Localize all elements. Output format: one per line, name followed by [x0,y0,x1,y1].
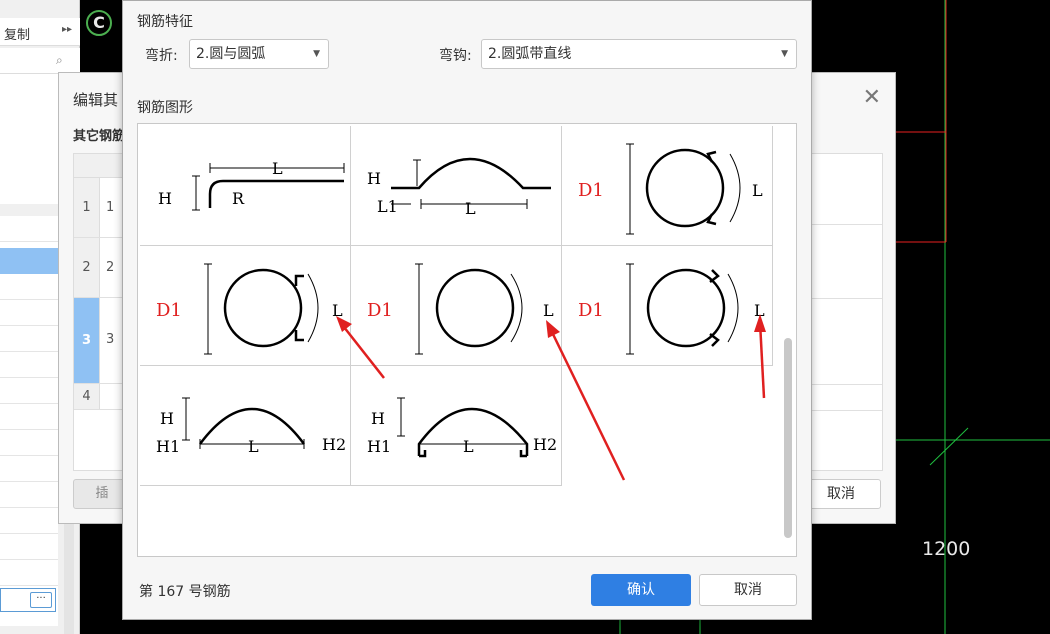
axis-circle-marker: C [86,10,112,36]
shape-4-d1: D1 [156,300,182,321]
left-search-row[interactable]: ⌕ [0,48,80,74]
shape-2-h: H [367,169,381,188]
shape-cell-8[interactable]: H H1 L H2 [351,366,562,486]
shape-8-h: H [371,409,385,428]
shape-1-r: R [232,189,245,208]
shape-cell-4[interactable]: D1 L [140,246,351,366]
shape-cell-5[interactable]: D1 L [351,246,562,366]
search-icon[interactable]: ⌕ [56,53,63,68]
shape-cell-1[interactable]: H L R [140,126,351,246]
list-item[interactable] [0,508,58,534]
hook-select[interactable]: 2.圆弧带直线 ▼ [481,39,797,69]
shape-1-l: L [272,159,283,178]
shape-8-h2: H2 [533,435,557,454]
row-number: 3 [74,298,100,383]
shape-section-title: 钢筋图形 [137,100,193,116]
shape-3-d1: D1 [578,180,604,201]
shape-drawing-2: H L1 L [367,157,551,218]
shape-grid[interactable]: H L R H L1 L D1 L D1 L D1 L D1 L H H1 L … [140,126,773,488]
bend-select[interactable]: 2.圆与圆弧 ▼ [189,39,329,69]
dimension-label: 1200 [922,538,971,560]
shape-6-l: L [754,301,765,320]
chevron-down-icon: ▼ [313,49,320,59]
list-item[interactable] [0,352,58,378]
list-item[interactable] [0,274,58,300]
left-list[interactable] [0,216,58,626]
bend-label: 弯折: [145,48,178,64]
list-item[interactable] [0,326,58,352]
chevron-down-icon: ▼ [781,49,788,59]
shape-7-h: H [160,409,174,428]
list-item[interactable] [0,456,58,482]
shape-3-l: L [752,181,763,200]
shape-2-l1: L1 [377,197,398,216]
shape-drawing-5: D1 L [367,263,554,355]
shape-8-h1: H1 [367,437,391,456]
cancel-button[interactable]: 取消 [801,479,881,509]
shape-7-h1: H1 [156,437,180,456]
shape-7-l: L [248,437,259,456]
shape-6-d1: D1 [578,300,604,321]
list-item[interactable] [0,300,58,326]
feature-section-title: 钢筋特征 [137,14,193,30]
list-item[interactable] [0,404,58,430]
more-options-button[interactable]: ··· [30,592,52,608]
list-item[interactable] [0,430,58,456]
selected-list-item[interactable] [0,248,58,274]
row-value: 3 [106,332,115,347]
left-toolbar: 复制 ▸▸ [0,18,80,46]
shape-7-h2: H2 [322,435,346,454]
list-item[interactable] [0,482,58,508]
confirm-button[interactable]: 确认 [591,574,691,606]
double-chevron-right-icon[interactable]: ▸▸ [62,24,72,35]
close-icon[interactable]: ✕ [863,85,881,110]
list-item[interactable] [0,216,58,242]
shape-drawing-7: H H1 L H2 [156,397,346,456]
shape-5-l: L [543,301,554,320]
edit-dialog-title: 编辑其 [73,91,119,109]
shape-2-l: L [465,199,476,218]
shape-cell-3[interactable]: D1 L [562,126,773,246]
row-number: 2 [74,238,100,297]
row-value: 1 [106,200,115,215]
hook-select-value: 2.圆弧带直线 [488,46,572,62]
hook-label: 弯钩: [439,48,472,64]
shape-grid-panel[interactable]: H L R H L1 L D1 L D1 L D1 L D1 L H H1 L … [137,123,797,557]
shape-4-l: L [332,301,343,320]
row-number: 4 [74,384,100,409]
copy-button[interactable]: 复制 [4,24,30,43]
list-item[interactable] [0,534,58,560]
other-rebar-label: 其它钢筋 [73,129,126,144]
bend-select-value: 2.圆与圆弧 [196,46,266,62]
shape-5-d1: D1 [367,300,393,321]
list-item[interactable] [0,378,58,404]
shape-1-h: H [158,189,172,208]
shape-drawing-8: H H1 L H2 [367,397,557,458]
shape-cell-2[interactable]: H L1 L [351,126,562,246]
shape-cell-7[interactable]: H H1 L H2 [140,366,351,486]
rebar-shape-dialog: 钢筋特征 弯折: 2.圆与圆弧 ▼ 弯钩: 2.圆弧带直线 ▼ 钢筋图形 H L… [122,0,812,620]
row-number: 1 [74,178,100,237]
rebar-number-text: 第 167 号钢筋 [139,584,231,600]
cancel-button[interactable]: 取消 [699,574,797,606]
rebar-table-right[interactable] [811,153,883,471]
list-item[interactable] [0,560,58,586]
shape-8-l: L [463,437,474,456]
shape-grid-scrollbar[interactable] [784,338,792,538]
shape-cell-6[interactable]: D1 L [562,246,773,366]
shape-drawing-4: D1 L [156,263,343,355]
shape-drawing-1: H L R [158,159,345,211]
shape-drawing-6: D1 L [578,263,765,355]
shape-drawing-3: D1 L [578,143,763,235]
row-value: 2 [106,260,115,275]
